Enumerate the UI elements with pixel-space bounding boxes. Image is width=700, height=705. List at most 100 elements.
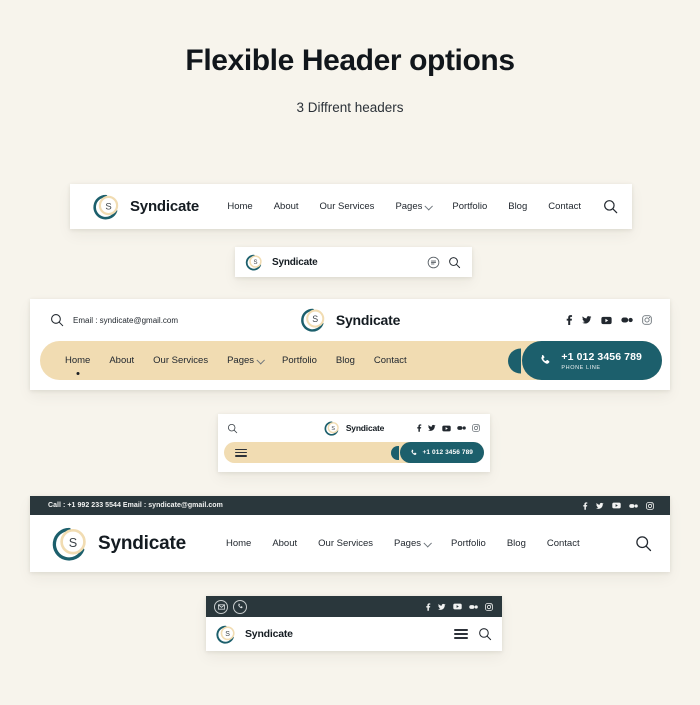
nav-item-our-services[interactable]: Our Services	[153, 355, 208, 366]
social-links	[425, 602, 493, 611]
facebook-icon[interactable]	[416, 424, 422, 432]
facebook-icon[interactable]	[425, 602, 431, 611]
nav-item-blog[interactable]: Blog	[336, 355, 355, 366]
header-two-mobile-topbar: S Syndicate	[218, 414, 490, 442]
instagram-icon[interactable]	[646, 501, 654, 510]
nav-item-label: Our Services	[153, 355, 209, 366]
phone-number: +1 012 3456 789	[561, 350, 642, 363]
logo[interactable]: S Syndicate	[324, 420, 384, 437]
header-three-desktop: Call : +1 992 233 5544 Email : syndicate…	[30, 496, 670, 572]
logo[interactable]: S Syndicate	[52, 525, 186, 563]
twitter-icon[interactable]	[582, 315, 592, 325]
nav-item-label: Portfolio	[450, 538, 486, 549]
nav-item-contact[interactable]: Contact	[547, 538, 580, 549]
header-three-topbar: Call : +1 992 233 5544 Email : syndicate…	[30, 496, 670, 515]
nav-item-about[interactable]: About	[274, 201, 299, 212]
twitter-icon[interactable]	[596, 502, 604, 510]
phone-icon	[539, 354, 552, 367]
nav-item-label: Our Services	[319, 201, 375, 212]
logo-text: Syndicate	[345, 423, 385, 433]
nav-item-our-services[interactable]: Our Services	[318, 538, 373, 549]
menu-circle-icon[interactable]	[427, 256, 440, 269]
twitter-icon[interactable]	[438, 603, 446, 611]
nav-item-label: Blog	[508, 201, 528, 212]
chevron-down-icon	[423, 538, 432, 548]
svg-text:S: S	[312, 314, 318, 324]
nav-item-label: Pages	[395, 201, 423, 212]
nav-item-pages[interactable]: Pages	[395, 201, 434, 212]
logo-mark-icon: S	[52, 525, 90, 563]
vimeo-icon[interactable]	[457, 425, 466, 431]
nav-item-blog[interactable]: Blog	[507, 538, 526, 549]
search-icon[interactable]	[635, 535, 652, 552]
svg-text:S: S	[69, 535, 77, 549]
email-block[interactable]: Email : syndicate@gmail.com	[50, 313, 178, 327]
logo-text: Syndicate	[272, 256, 318, 268]
youtube-icon[interactable]	[442, 425, 451, 432]
instagram-icon[interactable]	[642, 315, 652, 325]
nav-item-label: Blog	[506, 538, 526, 549]
youtube-icon[interactable]	[612, 502, 621, 509]
header-two-desktop: Email : syndicate@gmail.com S Syndicate	[30, 299, 670, 390]
header-two-mobile-navbar: +1 012 3456 789	[224, 442, 484, 463]
search-icon[interactable]	[448, 256, 461, 269]
logo-mark-icon: S	[92, 192, 122, 222]
phone-cta[interactable]: +1 012 3456 789 PHONE LINE	[522, 341, 662, 380]
nav-item-portfolio[interactable]: Portfolio	[282, 355, 317, 366]
header-two-navbar: Home About Our Services Pages Portfolio …	[40, 341, 662, 380]
phone-cta[interactable]: +1 012 3456 789	[399, 442, 484, 463]
envelope-icon[interactable]	[214, 599, 228, 614]
nav-item-label: Contact	[546, 538, 580, 549]
vimeo-icon[interactable]	[621, 316, 633, 324]
nav-item-contact[interactable]: Contact	[548, 201, 581, 212]
nav-item-home[interactable]: Home	[227, 201, 252, 212]
nav-item-about[interactable]: About	[109, 355, 134, 366]
logo[interactable]: S Syndicate	[92, 192, 199, 222]
facebook-icon[interactable]	[582, 501, 588, 510]
hamburger-icon[interactable]	[454, 629, 468, 639]
nav-item-pages[interactable]: Pages	[227, 355, 265, 366]
logo[interactable]: S Syndicate	[245, 253, 318, 272]
chevron-down-icon	[256, 355, 265, 365]
logo-mark-icon: S	[245, 253, 264, 272]
search-icon[interactable]	[478, 627, 492, 641]
header-two-topbar: Email : syndicate@gmail.com S Syndicate	[30, 299, 670, 341]
nav-item-home[interactable]: Home	[226, 538, 251, 549]
search-icon[interactable]	[227, 423, 238, 434]
vimeo-icon[interactable]	[629, 503, 638, 509]
facebook-icon[interactable]	[565, 315, 573, 325]
nav-item-label: Contact	[548, 201, 581, 212]
svg-text:S: S	[331, 425, 335, 431]
header-three-nav: Home About Our Services Pages Portfolio …	[226, 538, 580, 549]
nav-item-contact[interactable]: Contact	[374, 355, 407, 366]
instagram-icon[interactable]	[472, 424, 480, 432]
phone-icon[interactable]	[233, 599, 247, 614]
hamburger-icon[interactable]	[235, 448, 247, 457]
logo[interactable]: S Syndicate	[216, 624, 293, 645]
search-icon[interactable]	[603, 199, 618, 214]
logo[interactable]: S Syndicate	[300, 306, 400, 334]
header-three-mobile: S Syndicate	[206, 596, 502, 651]
search-icon[interactable]	[50, 313, 64, 327]
instagram-icon[interactable]	[485, 602, 493, 611]
nav-item-portfolio[interactable]: Portfolio	[452, 201, 487, 212]
header-two-nav: Home About Our Services Pages Portfolio …	[65, 355, 407, 375]
email-label: Email : syndicate@gmail.com	[73, 315, 179, 325]
logo-text: Syndicate	[98, 532, 186, 554]
nav-item-home[interactable]: Home	[65, 355, 90, 375]
nav-item-label: Blog	[335, 355, 355, 366]
youtube-icon[interactable]	[601, 316, 612, 325]
svg-text:S: S	[225, 631, 230, 638]
logo-text: Syndicate	[130, 198, 200, 215]
twitter-icon[interactable]	[428, 424, 436, 432]
nav-item-portfolio[interactable]: Portfolio	[451, 538, 486, 549]
youtube-icon[interactable]	[453, 603, 462, 610]
nav-item-label: About	[272, 538, 298, 549]
nav-item-our-services[interactable]: Our Services	[320, 201, 375, 212]
vimeo-icon[interactable]	[469, 604, 478, 610]
nav-item-blog[interactable]: Blog	[508, 201, 527, 212]
nav-item-about[interactable]: About	[272, 538, 297, 549]
nav-item-pages[interactable]: Pages	[394, 538, 432, 549]
logo-mark-icon: S	[216, 624, 237, 645]
phone-label: PHONE LINE	[561, 364, 601, 371]
